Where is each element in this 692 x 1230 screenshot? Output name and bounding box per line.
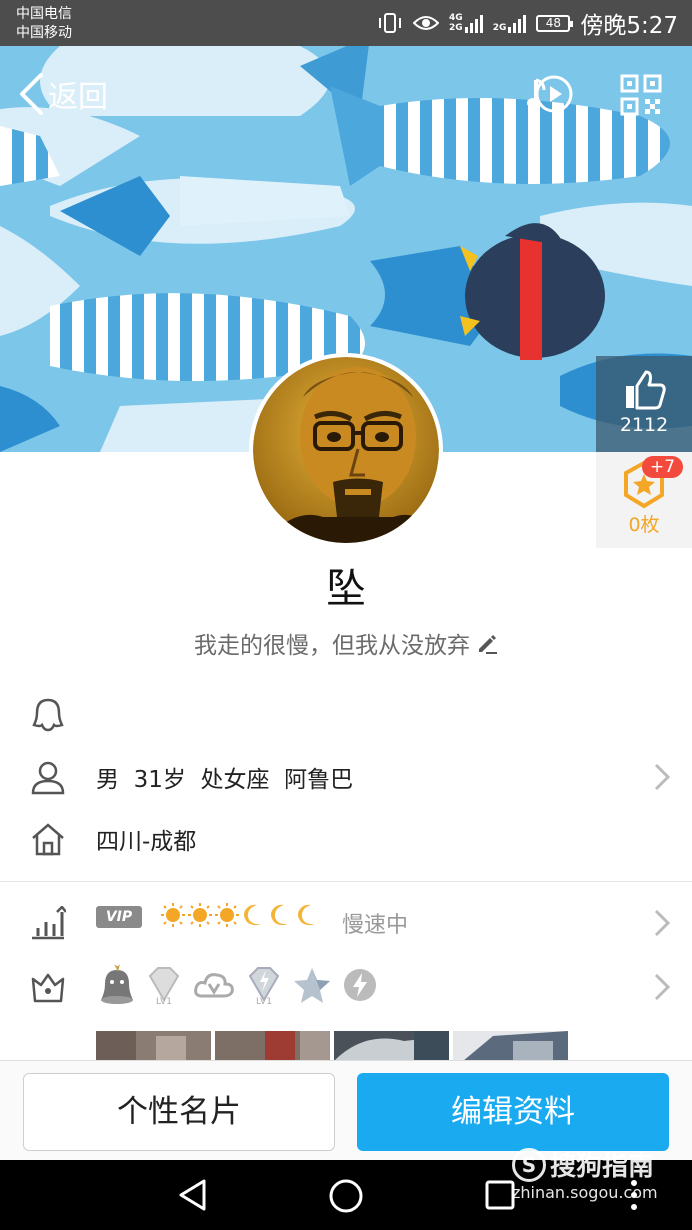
back-button[interactable]: 返回	[18, 72, 108, 116]
moon-icon	[244, 904, 261, 926]
status-bar: 中国电信 中国移动 4G 2G 2G 48 傍晚5:27	[0, 0, 692, 46]
top-nav: 返回	[0, 46, 692, 144]
carrier-2: 中国移动	[16, 25, 72, 41]
watermark-url: zhinan.sogou.com	[512, 1183, 658, 1202]
chevron-right-icon	[654, 909, 670, 937]
sun-icon	[161, 903, 185, 927]
watermark-title: S 搜狗指南	[512, 1146, 658, 1183]
penguin-outline-icon	[32, 698, 64, 732]
signature-text: 我走的很慢，但我从没放弃	[194, 633, 470, 659]
privilege-row[interactable]: LV1 LV1	[0, 956, 692, 1018]
svg-text:LV1: LV1	[156, 997, 172, 1006]
chevron-left-icon	[20, 73, 43, 115]
star-icon	[294, 968, 330, 1003]
nickname: 坠	[326, 566, 366, 612]
crown-icon	[31, 973, 65, 1003]
photo-thumbnail[interactable]	[453, 1031, 568, 1061]
speed-status: 慢速中	[342, 913, 409, 938]
back-label: 返回	[48, 80, 108, 115]
photo-thumbnail[interactable]	[215, 1031, 330, 1061]
pencil-icon[interactable]	[476, 633, 498, 655]
badge-button[interactable]: +7 0枚	[596, 452, 692, 548]
edit-profile-button[interactable]: 编辑资料	[357, 1073, 669, 1151]
clock: 傍晚5:27	[580, 13, 678, 39]
sun-icon	[188, 903, 212, 927]
carrier-1: 中国电信	[16, 6, 72, 22]
person-icon	[31, 761, 65, 795]
badge-count: 0枚	[628, 514, 660, 536]
home-circle-icon[interactable]	[328, 1178, 364, 1214]
qr-code-icon	[620, 74, 662, 116]
basic-info-row[interactable]: 男 31岁 处女座 阿鲁巴	[0, 746, 692, 808]
eye-icon	[413, 16, 440, 30]
privilege-icons: LV1 LV1	[98, 964, 380, 1006]
watermark: S 搜狗指南 zhinan.sogou.com	[512, 1146, 658, 1202]
signal-icon-2: 2G	[493, 13, 527, 33]
diamond-bolt-lv1-icon: LV1	[248, 967, 280, 1006]
music-play-icon	[527, 75, 573, 113]
qq-number-row	[0, 684, 692, 746]
lightning-circle-icon	[344, 969, 376, 1001]
chevron-right-icon	[654, 973, 670, 1001]
home-icon	[32, 823, 64, 856]
signal-icon-1: 4G 2G	[449, 13, 483, 33]
back-triangle-icon[interactable]	[176, 1178, 210, 1212]
like-count: 2112	[619, 414, 669, 436]
photo-thumbnail[interactable]	[96, 1031, 211, 1061]
avatar[interactable]	[249, 353, 443, 547]
bottom-action-bar: 个性名片 编辑资料	[0, 1060, 692, 1160]
basic-info-text: 男 31岁 处女座 阿鲁巴	[96, 767, 354, 793]
qq-penguin-icon	[101, 964, 133, 1004]
level-row[interactable]: VIP 慢速中	[0, 892, 692, 954]
diamond-lv1-icon: LV1	[148, 967, 180, 1006]
location-text: 四川-成都	[96, 829, 197, 855]
status-icons: 4G 2G 2G 48 傍晚5:27	[377, 8, 678, 39]
photo-wall[interactable]	[96, 1031, 568, 1061]
profile-card-button[interactable]: 个性名片	[23, 1073, 335, 1151]
stats-chart-icon	[32, 906, 66, 940]
avatar-portrait	[253, 357, 439, 543]
divider	[0, 881, 692, 882]
photo-thumbnail[interactable]	[334, 1031, 449, 1061]
qr-code-button[interactable]	[620, 74, 662, 120]
moon-icon	[271, 904, 288, 926]
level-icons	[160, 902, 321, 928]
music-button[interactable]	[526, 72, 576, 120]
sun-icon	[215, 903, 239, 927]
chevron-right-icon	[654, 763, 670, 791]
like-button[interactable]: 2112	[596, 356, 692, 452]
sogou-logo-icon: S	[512, 1147, 546, 1182]
svg-text:LV1: LV1	[256, 997, 272, 1006]
thumbs-up-icon	[626, 370, 666, 410]
location-row: 四川-成都	[0, 808, 692, 870]
cloud-vip-icon	[194, 973, 234, 998]
vibrate-icon	[379, 13, 402, 33]
signature[interactable]: 我走的很慢，但我从没放弃	[0, 626, 692, 660]
badge-increment: +7	[642, 456, 684, 478]
battery-icon: 48	[536, 14, 574, 32]
vip-badge: VIP	[96, 906, 142, 928]
moon-icon	[298, 904, 315, 926]
